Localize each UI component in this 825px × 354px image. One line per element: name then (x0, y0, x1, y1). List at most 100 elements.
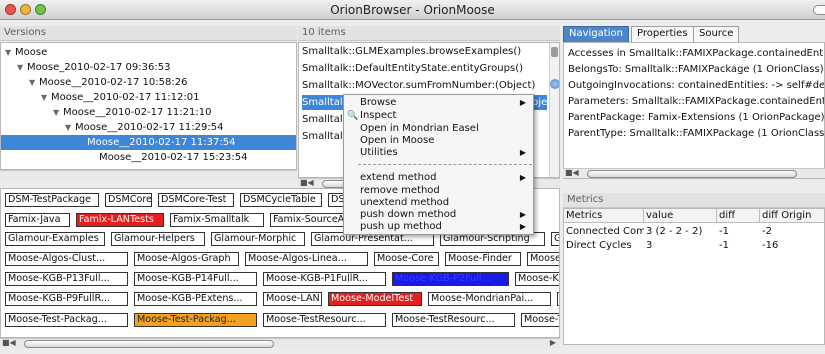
tree-node[interactable]: ▼ Moose (5, 45, 47, 60)
metrics-column-header[interactable]: Metrics (564, 209, 644, 223)
items-vscroll-thumb[interactable] (551, 47, 558, 57)
tree-node[interactable]: ▼ Moose__2010-02-17 10:58:26 (29, 75, 187, 90)
package-box[interactable]: Moose-Algos-Linea... (245, 252, 368, 266)
menu-item-open-in-moose[interactable]: Open in Moose (360, 135, 532, 147)
menu-item-remove-method[interactable]: remove method (360, 185, 532, 197)
package-box[interactable]: Moose-Generic (527, 252, 559, 266)
disclosure-triangle-icon[interactable]: ▼ (17, 60, 27, 75)
tab-source[interactable]: Source (693, 26, 740, 42)
package-box[interactable]: Famix-Java (5, 213, 70, 227)
metrics-column-header[interactable]: diff (717, 209, 760, 223)
navigation-entry[interactable]: BelongsTo: Smalltalk::FAMIXPackage (1 Or… (568, 62, 824, 77)
navigation-entry[interactable]: ParentType: Smalltalk::FAMIXPackage (1 O… (568, 126, 824, 141)
package-box[interactable]: Moose-TestResourc... (263, 313, 386, 327)
disclosure-triangle-icon[interactable]: ▼ (41, 90, 51, 105)
package-box[interactable]: Moose-Test-Packag... (134, 313, 257, 327)
package-box[interactable]: Glamour-Examples (5, 232, 105, 246)
package-box[interactable]: Moose-Algos-Clust... (5, 252, 128, 266)
package-box[interactable]: Moose-LAN (263, 292, 322, 306)
package-box[interactable]: Moose-KGB-P1FullR... (263, 272, 386, 286)
package-box[interactable]: Moose-Algos-Graph (134, 252, 239, 266)
magnifier-icon: 🔍 (347, 111, 359, 121)
menu-item-open-in-mondrian-easel[interactable]: Open in Mondrian Easel (360, 123, 532, 135)
disclosure-triangle-icon[interactable]: ▼ (29, 75, 39, 90)
menu-item-label: Open in Moose (360, 135, 435, 146)
tree-node[interactable]: ▼ Moose__2010-02-17 11:21:10 (53, 105, 211, 120)
menu-item-push-up-method[interactable]: push up method ▶ (360, 221, 532, 233)
menu-item-extend-method[interactable]: extend method ▶ (360, 172, 532, 184)
menu-item-unextend-method[interactable]: unextend method (360, 197, 532, 209)
package-box[interactable]: Moose-KGB-P14Full... (134, 272, 257, 286)
packages-hscroll-thumb[interactable] (24, 340, 274, 348)
navigation-hscrollbar[interactable]: ■◀ (563, 168, 825, 178)
metrics-cell: Connected Com (566, 226, 644, 237)
submenu-arrow-icon: ▶ (519, 173, 526, 182)
menu-item-browse[interactable]: Browse ▶ (360, 97, 532, 109)
scroll-left-arrow-icon[interactable]: ■◀ (2, 338, 16, 347)
menu-item-push-down-method[interactable]: push down method ▶ (360, 209, 532, 221)
menu-item-utilities[interactable]: Utilities ▶ (360, 147, 532, 159)
menu-item-label: unextend method (360, 197, 450, 208)
navigation-entry[interactable]: ParentPackage: Famix-Extensions (1 Orion… (568, 110, 824, 125)
list-item[interactable]: Smalltalk::DefaultEntityState.entityGrou… (302, 61, 547, 76)
package-box[interactable]: DSMCore (105, 193, 152, 207)
package-box[interactable]: Moose-KGB-P9FullR... (5, 292, 128, 306)
package-box[interactable]: Famix-LANTests (76, 213, 164, 227)
package-box[interactable]: DSMCore-Test (158, 193, 234, 207)
tree-node[interactable]: Moose__2010-02-17 11:37:54 (1, 135, 296, 150)
tree-node-label: Moose (15, 47, 48, 58)
context-menu: Browse ▶ 🔍 Inspect Open in Mondrian Easel Ope… (343, 94, 534, 235)
package-box[interactable]: Moose-KGB-PExtens... (134, 292, 257, 306)
disclosure-triangle-icon[interactable]: ▼ (53, 105, 63, 120)
package-box[interactable]: Moose-Finder (445, 252, 521, 266)
scroll-right-arrow-icon[interactable]: ▶ (550, 338, 556, 347)
tab-properties[interactable]: Properties (631, 26, 694, 42)
package-box[interactable]: Moose-ModelTest (328, 292, 422, 306)
metrics-column-header[interactable]: diff Origin (760, 209, 824, 223)
package-box[interactable]: Moose-Test-Packag... (5, 313, 128, 327)
package-box[interactable]: Moose-Core (374, 252, 439, 266)
package-box[interactable]: Glamour (551, 232, 559, 246)
metrics-column-header[interactable]: value (644, 209, 717, 223)
package-box[interactable]: DSM-TestPackage (5, 193, 99, 207)
tree-node[interactable]: Moose__2010-02-17 15:23:54 (99, 150, 247, 165)
toolbar-toggle-button[interactable] (813, 5, 825, 15)
package-box[interactable]: Famix-Smalltalk (170, 213, 264, 227)
package-box[interactable]: Moose-TestResourc... (521, 313, 559, 327)
menu-item-label: Utilities (360, 147, 398, 158)
disclosure-triangle-icon[interactable]: ▼ (65, 120, 75, 135)
items-vscrollbar[interactable] (549, 43, 559, 177)
tree-node[interactable]: ▼ Moose__2010-02-17 11:12:01 (41, 90, 199, 105)
navigation-entry[interactable]: Accesses in Smalltalk::FAMIXPackage.cont… (568, 46, 824, 61)
list-item[interactable]: Smalltalk::GLMExamples.browseExamples() (302, 44, 547, 59)
tree-node[interactable]: ▼ Moose__2010-02-17 11:29:54 (65, 120, 223, 135)
package-box[interactable]: Moose-TestResourc... (392, 313, 515, 327)
package-box[interactable]: Moose-KGB-P2Full... (392, 272, 509, 286)
submenu-arrow-icon: ▶ (519, 148, 526, 157)
package-box[interactable]: Moose-M (557, 292, 559, 306)
metrics-cell: -1 (719, 226, 729, 237)
tab-navigation[interactable]: Navigation (563, 26, 629, 42)
scroll-left-arrow-icon[interactable]: ■◀ (565, 168, 579, 177)
tree-node-label: Moose_2010-02-17 09:36:53 (27, 62, 171, 73)
package-box[interactable]: DSMCycleTable (240, 193, 322, 207)
package-box[interactable]: Moose-MondrianPai... (428, 292, 551, 306)
package-box[interactable]: Glamour-Morphic (211, 232, 305, 246)
metrics-header: Metrics (563, 193, 825, 208)
list-item[interactable]: Smalltalk::MOVector.sumFromNumber:(Objec… (302, 78, 547, 93)
package-box[interactable]: Moose-KGB-P13Full... (5, 272, 128, 286)
menu-item-inspect[interactable]: 🔍 Inspect (347, 110, 532, 122)
package-box[interactable]: Moose-KGB-P3Inte (515, 272, 559, 286)
navigation-entry[interactable]: OutgoingInvocations: containedEntities: … (568, 78, 824, 93)
tree-node[interactable]: ▼ Moose_2010-02-17 09:36:53 (17, 60, 170, 75)
disclosure-triangle-icon[interactable]: ▼ (5, 45, 15, 60)
menu-separator (358, 164, 532, 165)
navigation-hscroll-thumb[interactable] (587, 170, 797, 178)
versions-tree[interactable]: ▼ Moose ▼ Moose_2010-02-17 09:36:53 ▼ Moose__… (0, 42, 297, 170)
navigation-entry[interactable]: Parameters: Smalltalk::FAMIXPackage.cont… (568, 94, 824, 109)
items-vscroll-knob[interactable] (550, 79, 559, 89)
scroll-left-arrow-icon[interactable]: ■◀ (300, 178, 314, 187)
package-box[interactable]: Glamour-Helpers (111, 232, 205, 246)
versions-hscrollbar[interactable] (0, 170, 297, 180)
packages-hscrollbar[interactable]: ■◀ ▶ (0, 338, 560, 348)
